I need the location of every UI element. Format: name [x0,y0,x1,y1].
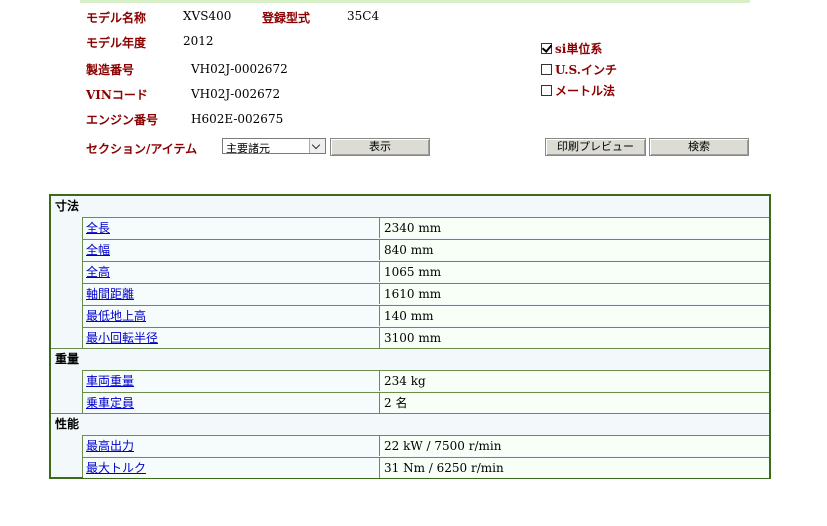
section-indent [51,370,83,413]
spec-link-width[interactable]: 全幅 [86,243,110,257]
model-name-value: XVS400 [183,9,232,23]
table-row: 車両重量 234 kg [83,370,769,391]
table-row: 乗車定員 2 名 [83,392,769,413]
section-select-value: 主要諸元 [226,142,270,155]
chevron-down-icon[interactable] [309,139,325,153]
table-row: 全幅 840 mm [83,239,769,260]
spec-table: 寸法 全長 2340 mm 全幅 840 mm 全高 1065 mm 軸間距離 … [49,194,771,479]
spec-link-max-power[interactable]: 最高出力 [86,439,134,453]
section-header-performance: 性能 [55,417,80,431]
top-accent-line [80,0,750,3]
engine-value: H602E-002675 [191,112,284,126]
section-indent [51,217,83,348]
spec-link-vehicle-weight[interactable]: 車両重量 [86,374,134,388]
spec-link-turning-radius[interactable]: 最小回転半径 [86,331,158,345]
table-row: 最小回転半径 3100 mm [83,327,769,348]
spec-value: 31 Nm / 6250 r/min [381,458,769,478]
table-row: 最低地上高 140 mm [83,305,769,326]
unit-option-us[interactable]: U.S.インチ [541,61,617,78]
spec-value: 2 名 [381,393,769,413]
us-inch-checkbox[interactable] [541,64,552,75]
show-button[interactable]: 表示 [330,138,430,156]
reg-type-value: 35C4 [347,9,380,23]
spec-link-height[interactable]: 全高 [86,265,110,279]
spec-value: 1065 mm [381,262,769,282]
section-label: セクション/アイテム [86,142,198,156]
si-checkbox[interactable] [541,43,552,54]
spec-link-max-torque[interactable]: 最大トルク [86,461,146,475]
section-header-dimensions: 寸法 [55,199,80,213]
serial-label: 製造番号 [86,63,135,77]
spec-value: 840 mm [381,240,769,260]
section-select[interactable]: 主要諸元 [222,138,326,155]
spec-value: 2340 mm [381,218,769,238]
vin-value: VH02J-002672 [191,87,281,101]
table-row: 全高 1065 mm [83,261,769,282]
unit-option-si[interactable]: si単位系 [541,40,602,57]
model-year-value: 2012 [183,34,214,48]
spec-value: 3100 mm [381,328,769,348]
spec-link-ground-clearance[interactable]: 最低地上高 [86,309,146,323]
model-year-label: モデル年度 [86,36,147,50]
spec-link-length[interactable]: 全長 [86,221,110,235]
serial-value: VH02J-0002672 [191,62,288,76]
spec-link-capacity[interactable]: 乗車定員 [86,396,134,410]
table-row: 最大トルク 31 Nm / 6250 r/min [83,457,769,478]
section-header-weight: 重量 [55,352,80,366]
spec-value: 22 kW / 7500 r/min [381,436,769,456]
table-row: 全長 2340 mm [83,217,769,238]
spec-value: 234 kg [381,371,769,391]
spec-value: 1610 mm [381,284,769,304]
spec-value: 140 mm [381,306,769,326]
metric-checkbox[interactable] [541,85,552,96]
section-indent [51,435,83,477]
unit-option-metric[interactable]: メートル法 [541,82,615,99]
si-label: si単位系 [555,42,603,56]
table-row: 軸間距離 1610 mm [83,283,769,304]
table-row: 最高出力 22 kW / 7500 r/min [83,435,769,456]
engine-label: エンジン番号 [86,113,159,127]
reg-type-label: 登録型式 [262,11,311,25]
search-button[interactable]: 検索 [649,138,749,156]
print-preview-button[interactable]: 印刷プレビュー [545,138,646,156]
spec-link-wheelbase[interactable]: 軸間距離 [86,287,134,301]
vin-label: VINコード [86,88,148,102]
us-inch-label: U.S.インチ [555,63,617,77]
model-name-label: モデル名称 [86,11,147,25]
metric-label: メートル法 [555,84,616,98]
